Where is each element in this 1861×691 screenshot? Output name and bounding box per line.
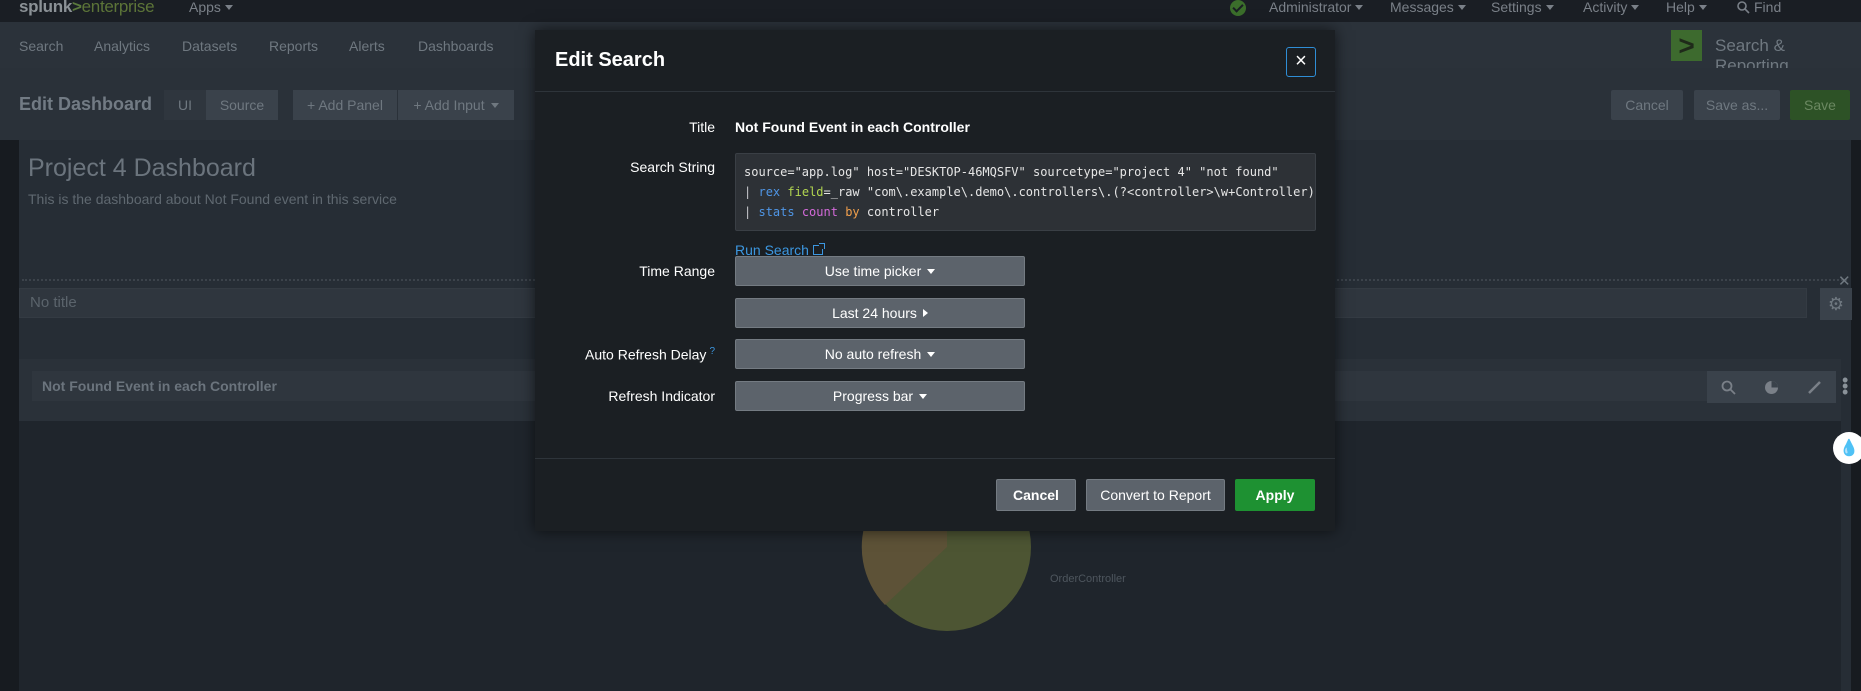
stats-command: stats [758,205,795,219]
time-range-label: Time Range [639,263,715,279]
help-label: Help [1666,0,1695,15]
search-line-3: | stats count by controller [744,202,1307,222]
save-button[interactable]: Save [1790,90,1850,120]
ui-tab[interactable]: UI [164,90,206,120]
chevron-down-icon [1545,4,1554,10]
auto-refresh-label: Auto Refresh Delay? [535,346,715,363]
nav-reports[interactable]: Reports [269,38,318,54]
add-panel-button[interactable]: + Add Panel [293,90,397,120]
pie-chart-icon[interactable] [1750,371,1793,403]
source-tab[interactable]: Source [206,90,278,120]
time-range-picker[interactable]: Last 24 hours [735,298,1025,328]
assistant-icon[interactable]: 💧 [1833,432,1861,464]
activity-menu[interactable]: Activity [1583,0,1640,15]
search-string-editor[interactable]: source="app.log" host="DESKTOP-46MQSFV" … [735,153,1316,231]
health-status-icon[interactable] [1230,0,1246,16]
modal-title: Edit Search [555,49,666,71]
splunk-logo[interactable]: splunk>enterprise [19,0,155,17]
close-button[interactable]: × [1286,47,1316,77]
save-as-button[interactable]: Save as... [1694,90,1780,120]
time-range-value: Last 24 hours [832,305,917,321]
search-string-label: Search String [630,159,715,175]
refresh-indicator-value: Progress bar [832,388,914,404]
external-link-icon [812,243,825,255]
top-bar: splunk>enterprise Apps Administrator Mes… [0,0,1861,22]
dashboard-title[interactable]: Project 4 Dashboard [28,154,256,183]
refresh-indicator-dropdown[interactable]: Progress bar [735,381,1025,411]
administrator-label: Administrator [1269,0,1352,15]
nav-dashboards[interactable]: Dashboards [418,38,494,54]
nav-analytics[interactable]: Analytics [94,38,150,54]
convert-to-report-button[interactable]: Convert to Report [1086,479,1225,511]
stats-field: controller [866,205,940,219]
search-icon [1737,0,1750,14]
chevron-down-icon [1355,4,1364,10]
cancel-button[interactable]: Cancel [996,479,1076,511]
apply-button[interactable]: Apply [1235,479,1315,511]
search-line-1: source="app.log" host="DESKTOP-46MQSFV" … [744,165,1279,179]
chevron-down-icon [1631,4,1640,10]
rex-argument: field [787,185,824,199]
dashboard-description[interactable]: This is the dashboard about Not Found ev… [28,191,397,207]
gear-icon[interactable]: ⚙ [1820,288,1852,320]
help-icon[interactable]: ? [709,346,715,357]
edit-search-modal: Edit Search × Title Not Found Event in e… [535,30,1335,531]
add-input-label: + Add Input [413,97,485,113]
chevron-down-icon [490,102,499,108]
modal-header: Edit Search × [535,30,1335,92]
activity-label: Activity [1583,0,1628,15]
auto-refresh-text: Auto Refresh Delay [585,346,707,363]
apps-menu[interactable]: Apps [189,0,233,15]
title-value: Not Found Event in each Controller [735,119,970,135]
time-picker-dropdown[interactable]: Use time picker [735,256,1025,286]
pipe: | [744,205,752,219]
chevron-down-icon [927,351,936,357]
help-menu[interactable]: Help [1666,0,1707,15]
auto-refresh-value: No auto refresh [824,346,922,362]
settings-menu[interactable]: Settings [1491,0,1554,15]
chevron-right-icon [922,309,928,317]
chevron-down-icon [1457,4,1466,10]
nav-alerts[interactable]: Alerts [349,38,385,54]
chevron-down-icon [224,4,233,10]
more-options-icon[interactable]: • • • [1842,371,1848,401]
administrator-menu[interactable]: Administrator [1269,0,1364,15]
modal-footer-divider [535,458,1335,459]
rex-expression: =_raw "com\.example\.demo\.controllers\.… [823,185,1316,199]
edit-dashboard-title: Edit Dashboard [19,94,153,114]
logo-suffix: enterprise [81,0,155,16]
logo-text: splunk [19,0,72,16]
chevron-down-icon [919,393,928,399]
search-line-2: | rex field=_raw "com\.example\.demo\.co… [744,182,1315,202]
chevron-down-icon [927,268,936,274]
rex-command: rex [758,185,781,199]
logo-gt: > [72,0,82,16]
messages-label: Messages [1390,0,1454,15]
time-picker-label: Use time picker [824,263,922,279]
pie-slice-label: OrderController [1050,573,1126,585]
title-label: Title [689,119,715,135]
messages-menu[interactable]: Messages [1390,0,1466,15]
find-label: Find [1754,0,1782,15]
chevron-down-icon [1698,4,1707,10]
apps-label: Apps [189,0,221,15]
nav-search[interactable]: Search [19,38,63,54]
by-keyword: by [845,205,860,219]
refresh-indicator-label: Refresh Indicator [608,388,715,404]
find-input[interactable]: Find [1737,0,1781,15]
pipe: | [744,185,752,199]
cancel-edit-button[interactable]: Cancel [1611,90,1683,120]
app-logo-icon: > [1671,30,1702,61]
auto-refresh-dropdown[interactable]: No auto refresh [735,339,1025,369]
nav-datasets[interactable]: Datasets [182,38,237,54]
add-input-button[interactable]: + Add Input [398,90,514,120]
stats-function: count [801,205,838,219]
search-icon[interactable] [1707,371,1750,403]
settings-label: Settings [1491,0,1542,15]
paintbrush-icon[interactable] [1793,371,1836,403]
